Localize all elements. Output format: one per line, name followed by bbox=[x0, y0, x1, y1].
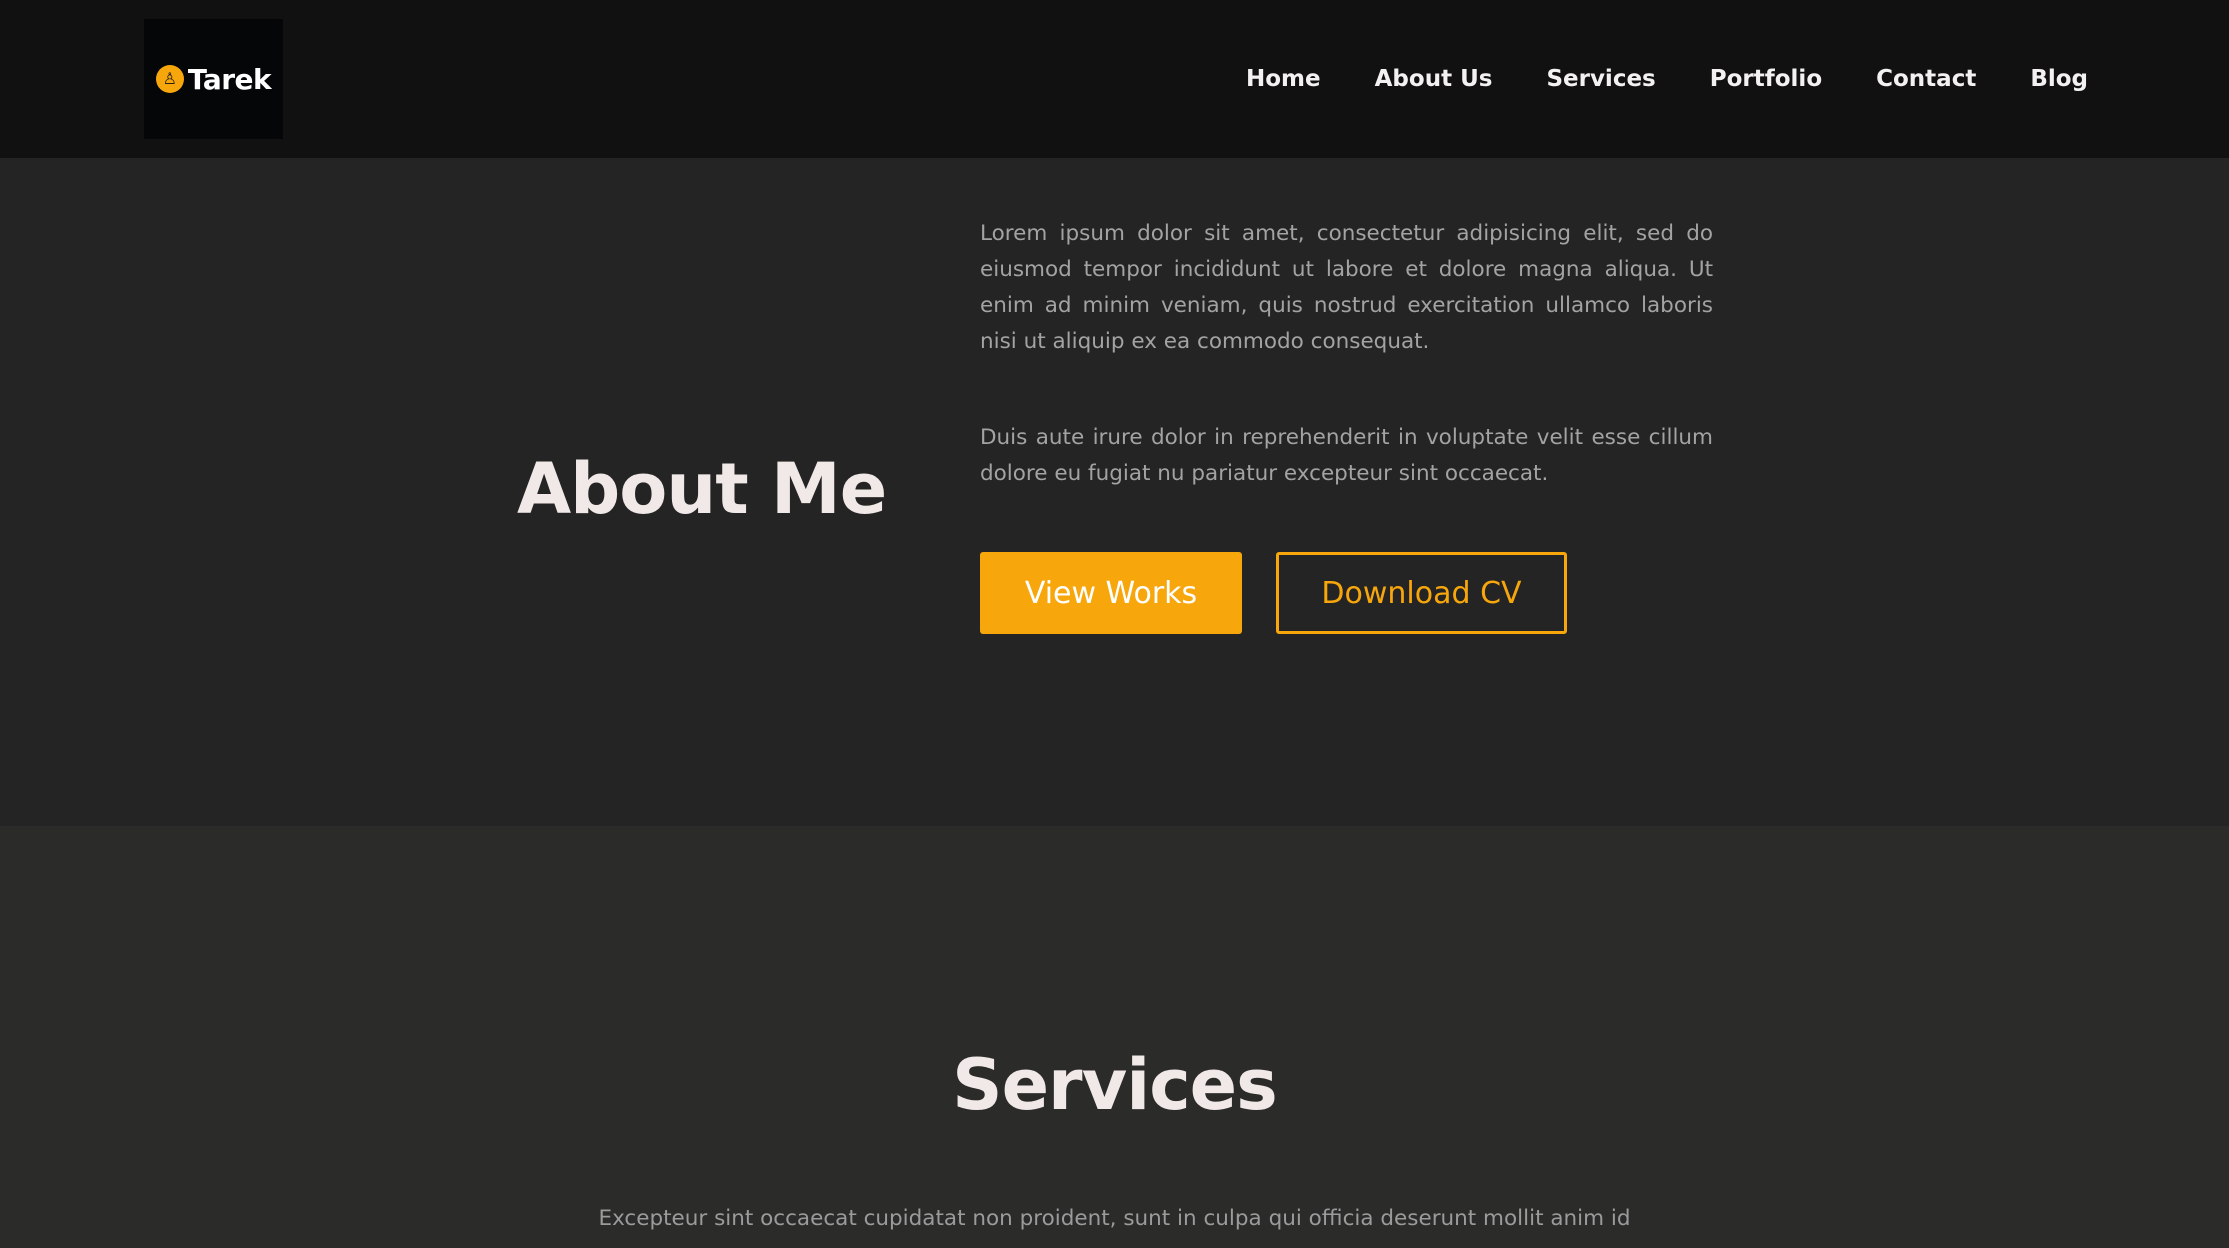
main-nav: Home About Us Services Portfolio Contact… bbox=[1246, 0, 2088, 158]
services-title: Services bbox=[952, 1044, 1278, 1126]
view-works-button[interactable]: View Works bbox=[980, 552, 1242, 634]
nav-home[interactable]: Home bbox=[1246, 66, 1321, 92]
about-paragraph-1: Lorem ipsum dolor sit amet, consectetur … bbox=[980, 221, 1713, 354]
services-section: Services Excepteur sint occaecat cupidat… bbox=[0, 826, 2229, 1248]
site-header: ♙ Tarek Home About Us Services Portfolio… bbox=[0, 0, 2229, 158]
logo[interactable]: ♙ Tarek bbox=[144, 19, 283, 139]
nav-services[interactable]: Services bbox=[1546, 66, 1655, 92]
about-section: About Me Lorem ipsum dolor sit amet, con… bbox=[0, 158, 2229, 826]
nav-contact[interactable]: Contact bbox=[1876, 66, 1976, 92]
download-cv-button[interactable]: Download CV bbox=[1276, 552, 1567, 634]
nav-blog[interactable]: Blog bbox=[2030, 66, 2088, 92]
sun-logo-icon: ♙ bbox=[155, 65, 184, 93]
logo-text: Tarek bbox=[187, 62, 272, 96]
about-title: About Me bbox=[517, 448, 887, 530]
nav-portfolio[interactable]: Portfolio bbox=[1710, 66, 1822, 92]
services-description: Excepteur sint occaecat cupidatat non pr… bbox=[598, 1206, 1631, 1231]
about-paragraph-2: Duis aute irure dolor in reprehenderit i… bbox=[980, 425, 1713, 486]
nav-about-us[interactable]: About Us bbox=[1375, 66, 1493, 92]
